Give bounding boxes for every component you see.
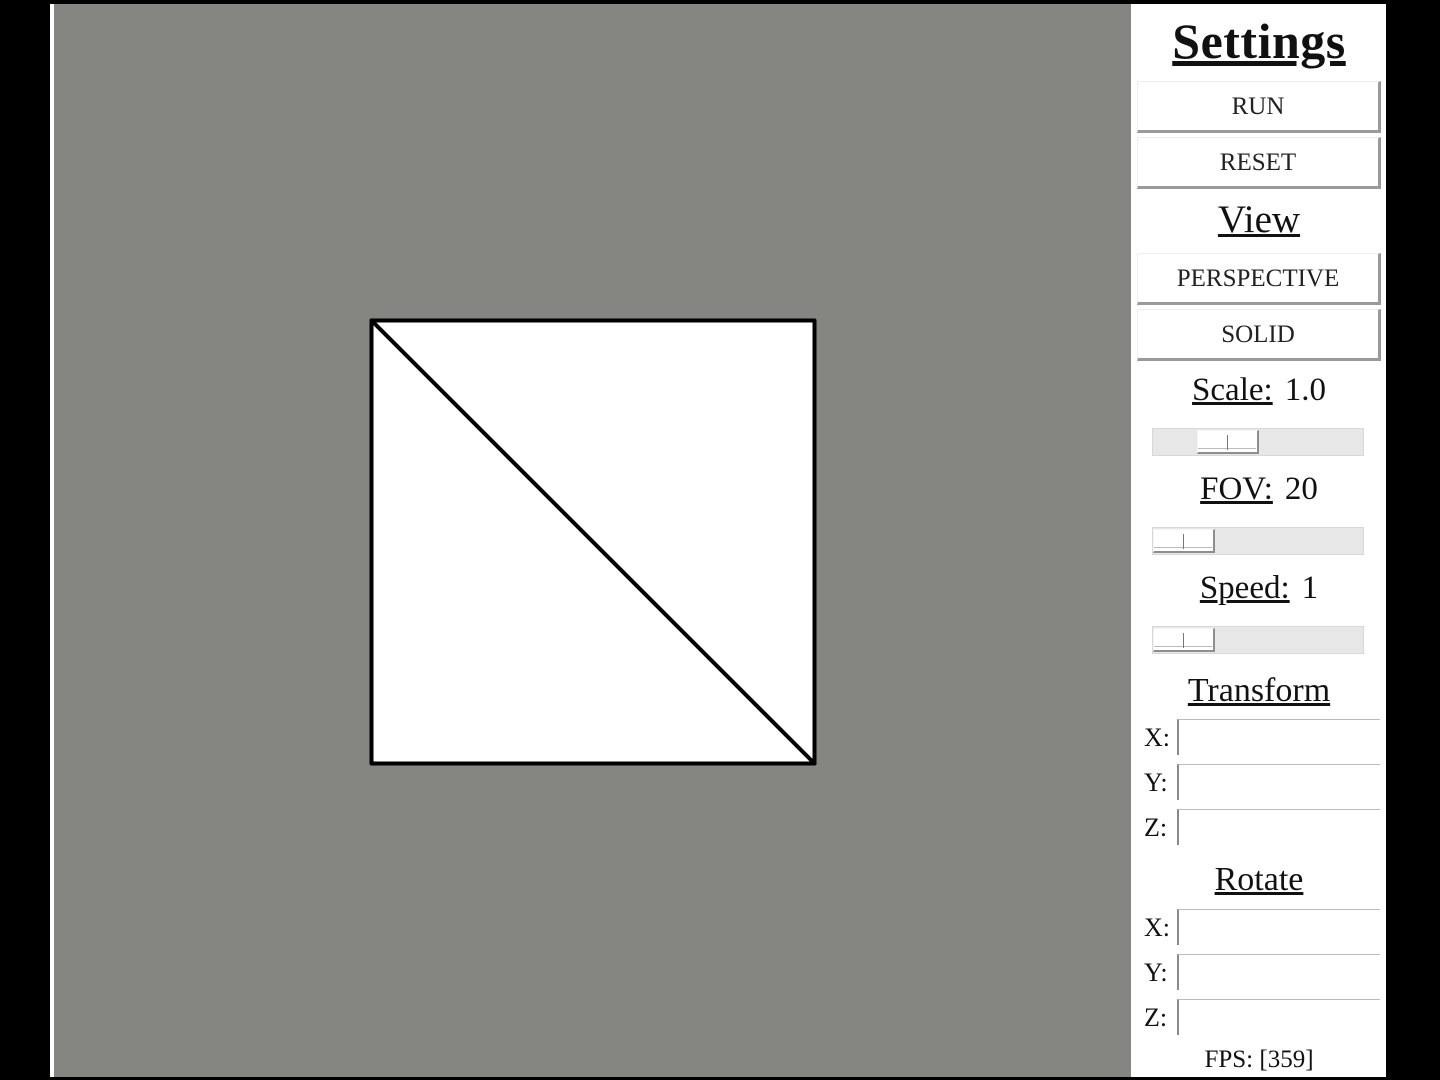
transform-y-label: Y: <box>1144 768 1168 797</box>
scene-canvas[interactable] <box>54 4 1131 1077</box>
rotate-z-input[interactable] <box>1177 999 1380 1035</box>
scale-label: Scale: <box>1192 372 1273 408</box>
transform-y-input[interactable] <box>1177 764 1380 800</box>
fps-counter: FPS: [359] <box>1204 1046 1314 1073</box>
rotate-y-row: Y: <box>1144 954 1380 994</box>
view-section-title: View <box>1217 198 1301 241</box>
scale-label-row: Scale: 1.0 <box>1134 372 1384 409</box>
settings-title: Settings <box>1172 13 1346 69</box>
transform-z-input[interactable] <box>1177 809 1380 845</box>
rotate-section-title: Rotate <box>1214 861 1304 898</box>
rotate-z-row: Z: <box>1144 999 1380 1039</box>
rotate-y-label: Y: <box>1144 958 1168 987</box>
rotate-x-row: X: <box>1144 909 1380 949</box>
fov-label-row: FOV: 20 <box>1134 471 1384 508</box>
perspective-button[interactable]: PERSPECTIVE <box>1137 253 1381 305</box>
rotate-x-label: X: <box>1144 913 1170 942</box>
settings-panel: Settings RUN RESET View PERSPECTIVE SOLI… <box>1134 4 1386 1077</box>
fov-slider-thumb[interactable] <box>1153 529 1215 553</box>
transform-z-label: Z: <box>1144 813 1168 842</box>
speed-slider-thumb[interactable] <box>1153 628 1215 652</box>
rotate-y-input[interactable] <box>1177 954 1380 990</box>
speed-slider[interactable] <box>1152 626 1364 654</box>
scale-value: 1.0 <box>1284 372 1326 408</box>
speed-label-row: Speed: 1 <box>1134 570 1384 607</box>
rotate-z-label: Z: <box>1144 1003 1168 1032</box>
transform-x-row: X: <box>1144 719 1380 759</box>
transform-z-row: Z: <box>1144 809 1380 849</box>
speed-value: 1 <box>1301 570 1319 606</box>
transform-y-row: Y: <box>1144 764 1380 804</box>
fov-value: 20 <box>1284 471 1318 507</box>
transform-x-label: X: <box>1144 723 1170 752</box>
fov-label: FOV: <box>1200 471 1273 507</box>
scale-slider-thumb[interactable] <box>1197 430 1260 454</box>
fov-slider[interactable] <box>1152 527 1364 555</box>
rotate-x-input[interactable] <box>1177 909 1380 945</box>
app-frame: Settings RUN RESET View PERSPECTIVE SOLI… <box>50 4 1386 1077</box>
transform-x-input[interactable] <box>1177 719 1380 755</box>
transform-section-title: Transform <box>1187 672 1331 709</box>
reset-button[interactable]: RESET <box>1137 137 1381 189</box>
scale-slider[interactable] <box>1152 428 1364 456</box>
speed-label: Speed: <box>1199 570 1290 606</box>
render-viewport[interactable] <box>54 4 1131 1077</box>
solid-button[interactable]: SOLID <box>1137 309 1381 361</box>
run-button[interactable]: RUN <box>1137 81 1381 133</box>
